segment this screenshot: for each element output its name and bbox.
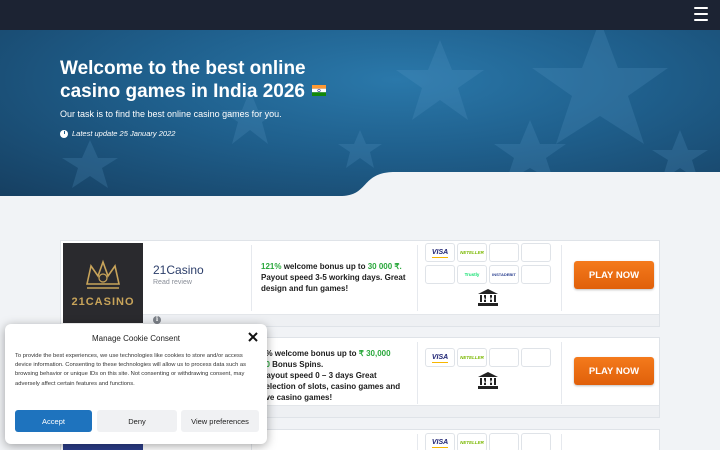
visa-icon: VISA — [425, 433, 455, 450]
bonus-text: 0% welcome bonus up to ₹ 30,000 90 Bonus… — [261, 349, 401, 402]
visa-icon: VISA — [425, 243, 455, 262]
casino-name[interactable]: 21Casino — [153, 263, 204, 277]
payment-slot — [489, 243, 519, 262]
latest-update: Latest update 25 January 2022 — [60, 129, 175, 138]
neteller-icon: NETELLER — [457, 243, 487, 262]
payment-slot — [489, 433, 519, 450]
hero-banner: Welcome to the best online casino games … — [0, 30, 720, 196]
info-icon[interactable]: i — [153, 316, 161, 324]
neteller-icon: NETELLER — [457, 348, 487, 367]
bank-transfer-icon: BANK — [473, 288, 503, 307]
bank-transfer-icon: BANK — [473, 371, 503, 390]
divider — [561, 245, 562, 311]
divider — [561, 434, 562, 450]
india-flag-icon — [312, 85, 327, 96]
neteller-icon: NETELLER — [457, 433, 487, 450]
casino-logo[interactable]: 21CASINO — [63, 243, 143, 323]
divider — [417, 245, 418, 311]
cookie-consent-dialog: Manage Cookie Consent To provide the bes… — [5, 324, 267, 444]
bonus-text: 121% welcome bonus up to 30 000 ₹. Payou… — [261, 262, 406, 293]
svg-text:BANK: BANK — [482, 296, 494, 301]
play-now-button[interactable]: PLAY NOW — [574, 261, 654, 289]
divider — [561, 342, 562, 404]
accept-button[interactable]: Accept — [15, 410, 92, 432]
trustly-icon: Trustly — [457, 265, 487, 284]
divider — [417, 434, 418, 450]
crown-icon — [86, 259, 120, 289]
visa-icon: VISA — [425, 348, 455, 367]
instadebit-icon: INSTADEBIT — [489, 265, 519, 284]
svg-text:BANK: BANK — [482, 379, 494, 384]
play-now-button[interactable]: PLAY NOW — [574, 357, 654, 385]
payment-slot — [521, 433, 551, 450]
payment-slot — [489, 348, 519, 367]
hamburger-menu-icon[interactable] — [694, 7, 708, 21]
view-preferences-button[interactable]: View preferences — [181, 410, 259, 432]
cookie-text: To provide the best experiences, we use … — [15, 353, 247, 387]
top-bar — [0, 0, 720, 30]
payment-slot — [521, 348, 551, 367]
payment-slot — [521, 265, 551, 284]
read-review-link[interactable]: Read review — [153, 279, 192, 286]
close-icon[interactable] — [247, 331, 259, 343]
divider — [251, 245, 252, 311]
cookie-title: Manage Cookie Consent — [91, 334, 181, 343]
casino-row: 21CASINO 21Casino Read review 121% welco… — [60, 240, 660, 327]
divider — [417, 342, 418, 404]
deny-button[interactable]: Deny — [97, 410, 177, 432]
clock-icon — [60, 129, 68, 138]
hero-subtitle: Our task is to find the best online casi… — [60, 109, 282, 119]
page-title: Welcome to the best online casino games … — [60, 57, 360, 103]
payment-slot — [521, 243, 551, 262]
payment-slot — [425, 265, 455, 284]
